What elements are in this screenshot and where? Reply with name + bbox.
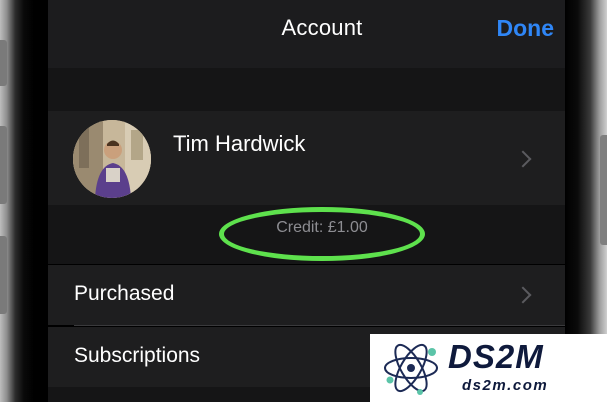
user-photo-icon (73, 120, 151, 198)
page-title: Account (281, 15, 363, 40)
watermark-url: ds2m.com (462, 377, 549, 394)
account-profile-row[interactable]: Tim Hardwick (48, 111, 565, 205)
chevron-right-icon (514, 286, 532, 304)
watermark-title: DS2M (448, 338, 544, 375)
volume-down-button (0, 236, 7, 314)
list-item-purchased[interactable]: Purchased (48, 265, 565, 325)
power-button (600, 135, 607, 245)
credit-section: Credit: £1.00 (48, 205, 565, 264)
mute-switch (0, 40, 7, 86)
done-button[interactable]: Done (497, 15, 555, 42)
navigation-bar: Account Done (48, 0, 565, 68)
divider (74, 325, 565, 326)
profile-name: Tim Hardwick (173, 131, 306, 156)
highlight-ellipse (219, 207, 425, 261)
volume-up-button (0, 126, 7, 204)
list-item-label: Subscriptions (74, 344, 201, 367)
atom-logo-icon (384, 343, 438, 395)
avatar (73, 120, 151, 198)
section-spacer (48, 68, 565, 111)
watermark: DS2M ds2m.com (370, 334, 607, 402)
chevron-right-icon (514, 150, 532, 168)
list-item-label: Purchased (74, 282, 175, 305)
